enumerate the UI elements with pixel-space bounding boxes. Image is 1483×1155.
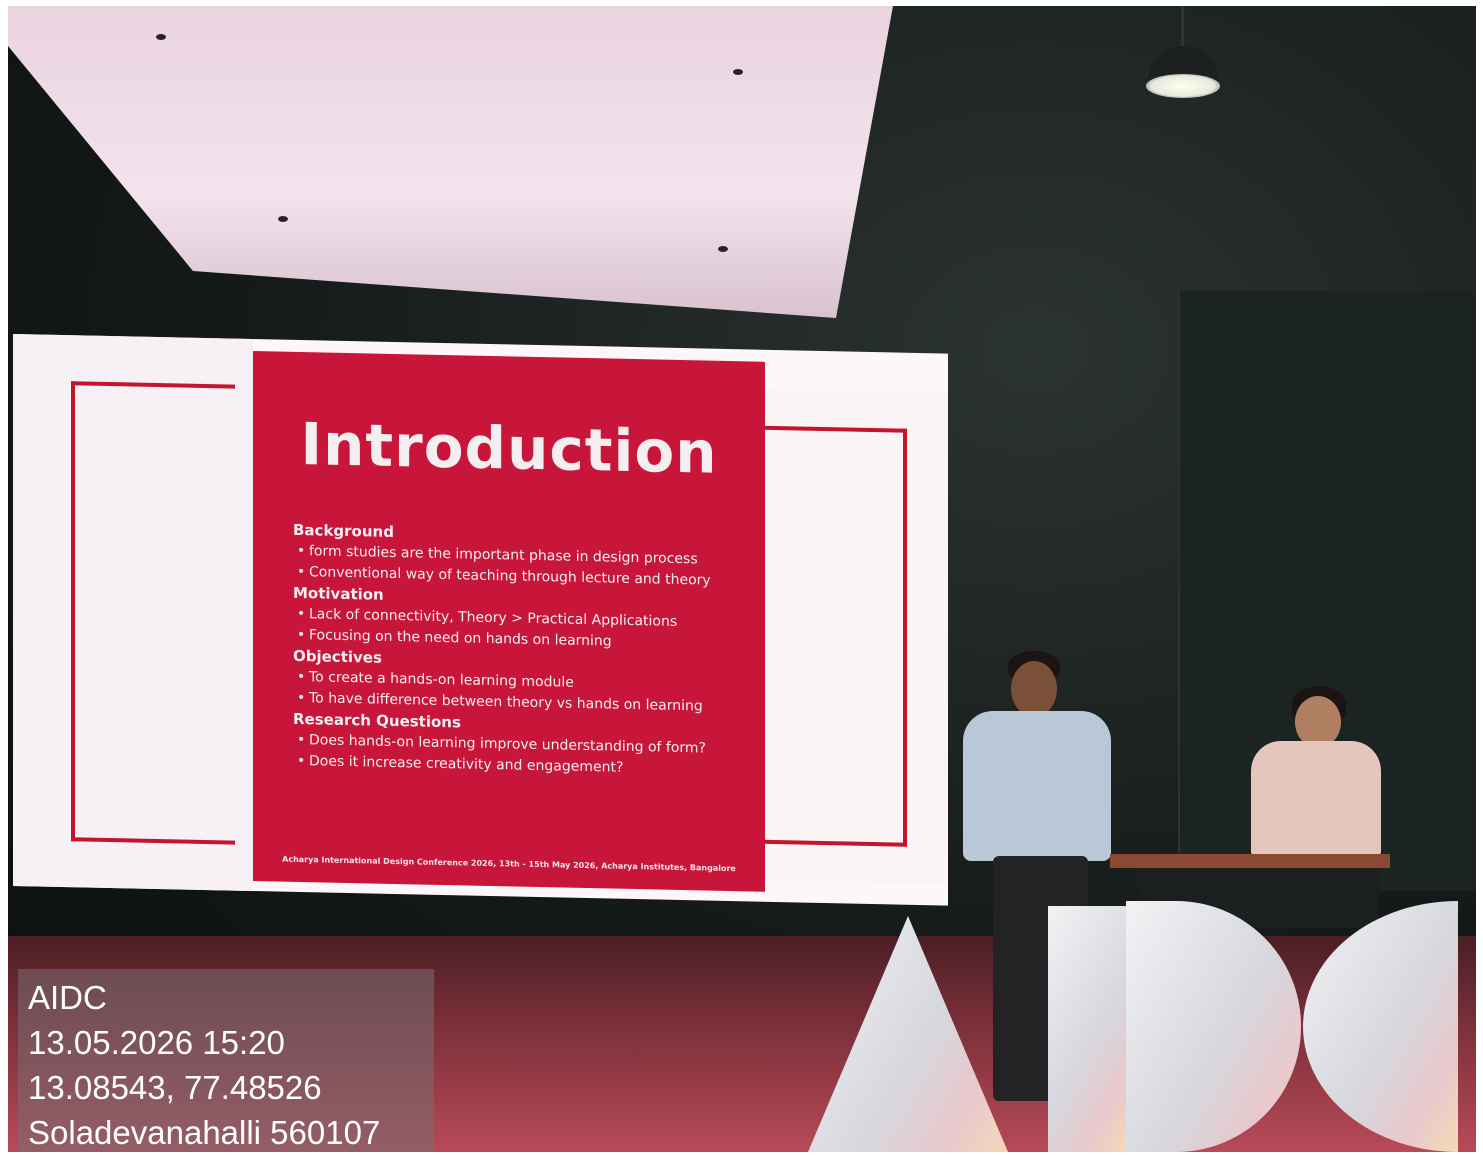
slide-body: Backgroundform studies are the important… [293,520,753,782]
slide-frame-right [753,425,907,847]
photo-scene: Introduction Backgroundform studies are … [8,6,1476,1152]
stamp-datetime: 13.05.2026 15:20 [28,1024,285,1061]
speaker-head [1011,661,1057,717]
co-presenter-top [1251,741,1381,859]
stamp-event: AIDC [28,979,107,1016]
ceiling-panel [8,6,893,318]
ceiling-light-dot [733,69,743,75]
ceiling-light-dot [278,216,288,222]
slide-footer: Acharya International Design Conference … [282,854,736,874]
led-screen: Introduction Backgroundform studies are … [13,334,948,906]
slide-frame-left [71,381,235,845]
lamp-glow [1146,74,1220,98]
stage-letter-i [1048,906,1126,1152]
presentation-slide: Introduction Backgroundform studies are … [253,351,765,892]
speaker-shirt [963,711,1111,861]
stamp-coordinates: 13.08543, 77.48526 [28,1069,322,1106]
photo-stamp-overlay: AIDC 13.05.2026 15:20 13.08543, 77.48526… [18,969,434,1152]
ceiling-light-dot [156,34,166,40]
podium-top [1110,854,1390,868]
pendant-lamp-rod [1181,6,1184,46]
stamp-location: Soladevanahalli 560107 [28,1114,381,1151]
ceiling-light-dot [718,246,728,252]
slide-title: Introduction [300,410,718,487]
